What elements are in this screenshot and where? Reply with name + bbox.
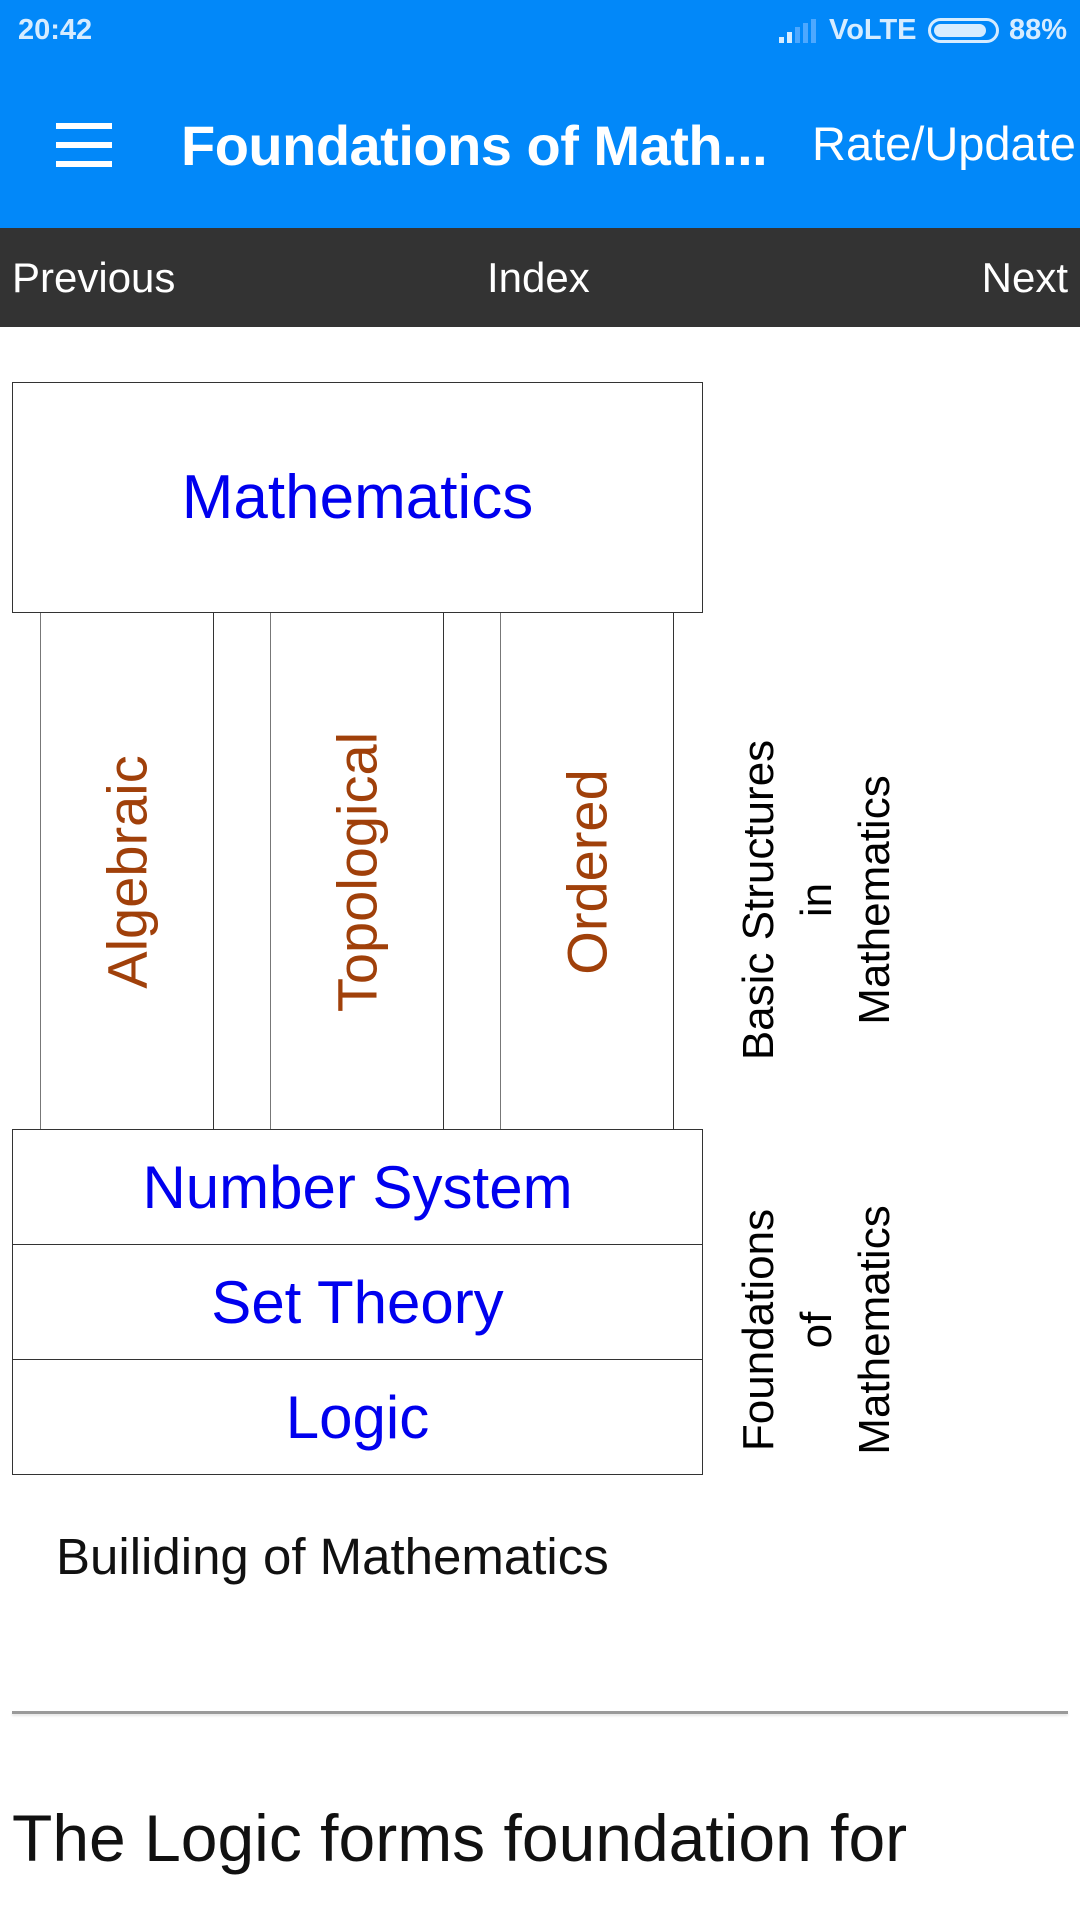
- set-theory-box: Set Theory: [12, 1244, 703, 1360]
- mathematics-box: Mathematics: [12, 382, 703, 613]
- hamburger-menu-icon[interactable]: [40, 112, 128, 182]
- index-button[interactable]: Index: [487, 254, 590, 302]
- battery-level: [934, 24, 986, 37]
- side-label-line: Mathematics: [850, 775, 899, 1025]
- set-theory-label: Set Theory: [211, 1268, 504, 1336]
- basic-structures-label: Basic Structures in Mathematics: [730, 740, 904, 1060]
- network-type: VoLTE: [829, 14, 917, 46]
- side-label-line: in: [792, 882, 841, 918]
- logic-box: Logic: [12, 1359, 703, 1475]
- battery-icon: [928, 18, 999, 43]
- column-ordered: Ordered: [500, 613, 674, 1130]
- divider: [12, 1711, 1068, 1714]
- app-title: Foundations of Math...: [181, 114, 768, 177]
- diagram-caption: Builiding of Mathematics: [56, 1528, 609, 1585]
- status-bar: 20:42 VoLTE 88%: [0, 0, 1080, 72]
- column-topological: Topological: [270, 613, 444, 1130]
- number-system-label: Number System: [142, 1153, 573, 1221]
- building-of-mathematics-diagram: Mathematics Algebraic Topological Ordere…: [0, 327, 1080, 1527]
- rate-update-button[interactable]: Rate/Update: [812, 116, 1076, 171]
- side-label-line: Mathematics: [850, 1205, 899, 1455]
- next-button[interactable]: Next: [982, 254, 1068, 302]
- topological-label: Topological: [325, 731, 389, 1012]
- algebraic-label: Algebraic: [95, 754, 159, 989]
- column-algebraic: Algebraic: [40, 613, 214, 1130]
- side-label-line: Foundations: [734, 1208, 783, 1452]
- content-paragraph: The Logic forms foundation for: [12, 1801, 908, 1875]
- mathematics-label: Mathematics: [181, 463, 534, 532]
- logic-label: Logic: [285, 1383, 430, 1451]
- side-label-line: Basic Structures: [734, 739, 783, 1061]
- ordered-label: Ordered: [555, 768, 619, 975]
- battery-percent: 88%: [1009, 14, 1068, 46]
- status-time: 20:42: [18, 14, 93, 46]
- signal-icon: [779, 19, 816, 43]
- nav-bar: Previous Index Next: [0, 228, 1080, 327]
- foundations-label: Foundations of Mathematics: [730, 1205, 904, 1454]
- number-system-box: Number System: [12, 1129, 703, 1245]
- side-label-line: of: [792, 1311, 841, 1349]
- previous-button[interactable]: Previous: [12, 254, 175, 302]
- app-bar: Foundations of Math... Rate/Update: [0, 72, 1080, 228]
